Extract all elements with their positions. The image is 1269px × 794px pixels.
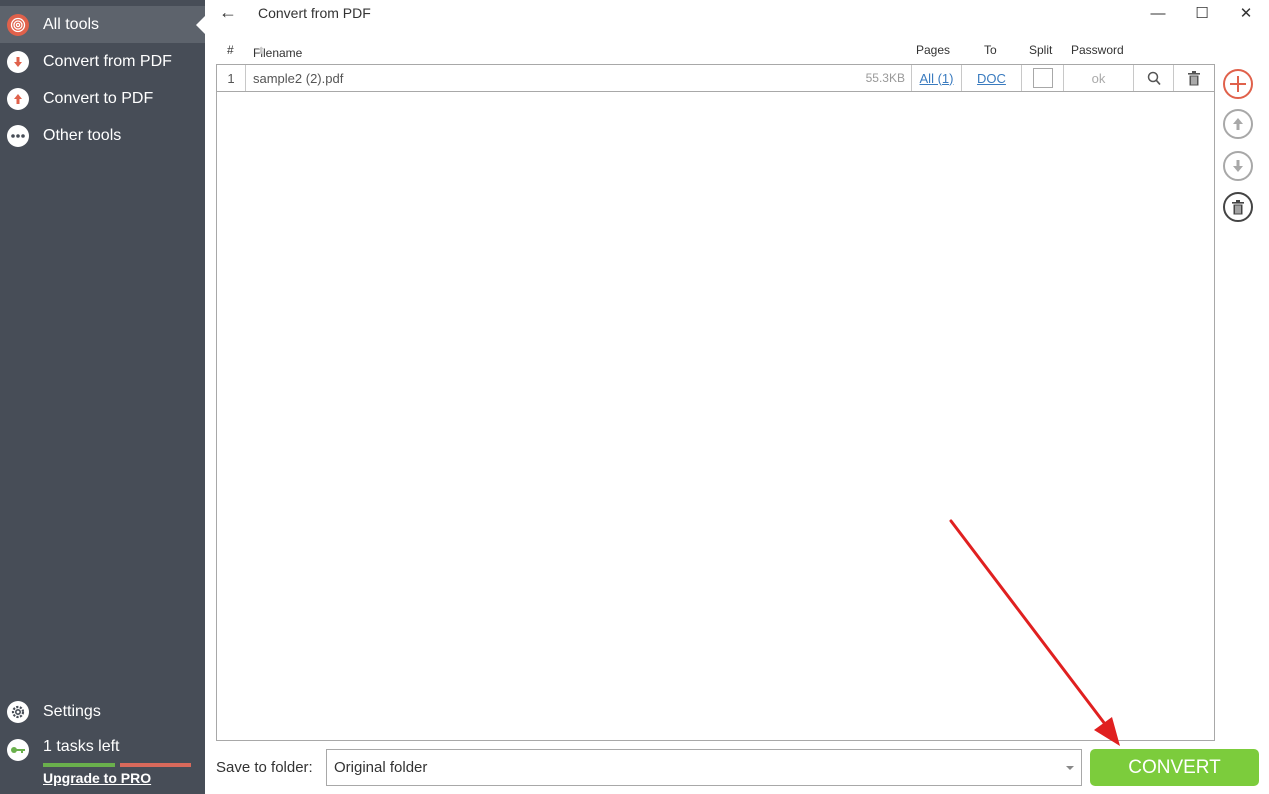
row-pages-cell: All (1) xyxy=(912,65,962,91)
tasks-panel: 1 tasks left Upgrade to PRO xyxy=(0,735,205,794)
row-password[interactable]: ok xyxy=(1064,65,1134,91)
ellipsis-icon xyxy=(7,124,29,147)
plus-icon xyxy=(1230,76,1246,92)
add-file-button[interactable] xyxy=(1223,69,1253,99)
table-row[interactable]: 1 sample2 (2).pdf 55.3KB All (1) DOC ok xyxy=(217,65,1214,92)
move-up-button[interactable] xyxy=(1223,109,1253,139)
sidebar-item-label: Other tools xyxy=(43,126,122,144)
row-format-cell: DOC xyxy=(962,65,1022,91)
header-split: Split xyxy=(1029,43,1053,57)
search-icon xyxy=(1147,71,1161,85)
header-to: To xyxy=(984,43,997,57)
trash-icon xyxy=(1188,70,1200,85)
row-filename-cell: sample2 (2).pdf 55.3KB xyxy=(246,65,912,91)
settings-label: Settings xyxy=(43,702,101,720)
key-icon xyxy=(7,739,29,761)
file-list: 1 sample2 (2).pdf 55.3KB All (1) DOC ok xyxy=(216,64,1215,741)
split-checkbox[interactable] xyxy=(1032,68,1053,88)
minimize-button[interactable]: — xyxy=(1143,2,1173,24)
chevron-down-icon xyxy=(1066,766,1074,770)
tasks-used-bar xyxy=(43,763,115,767)
trash-icon xyxy=(1232,199,1244,214)
folder-select[interactable]: Original folder xyxy=(326,749,1082,786)
clear-all-button[interactable] xyxy=(1223,192,1253,222)
sort-icon[interactable]: ⬍ xyxy=(257,46,265,57)
row-filename: sample2 (2).pdf xyxy=(253,70,344,86)
preview-button[interactable] xyxy=(1134,65,1174,91)
format-link[interactable]: DOC xyxy=(977,71,1006,86)
title-bar: ← Convert from PDF — ☐ ✕ xyxy=(205,0,1269,26)
sidebar-item-other-tools[interactable]: Other tools xyxy=(0,117,205,154)
remove-row-button[interactable] xyxy=(1174,65,1214,91)
page-title: Convert from PDF xyxy=(258,5,371,21)
pages-link[interactable]: All (1) xyxy=(920,71,954,86)
header-index: # xyxy=(227,43,234,57)
arrow-down-icon xyxy=(7,50,29,73)
maximize-button[interactable]: ☐ xyxy=(1187,2,1217,24)
sidebar: All tools Convert from PDF Convert to PD… xyxy=(0,0,205,794)
sidebar-item-label: Convert to PDF xyxy=(43,89,154,107)
tasks-left-label: 1 tasks left xyxy=(43,738,120,755)
app-window: All tools Convert from PDF Convert to PD… xyxy=(0,0,1269,794)
header-pages: Pages xyxy=(916,43,951,57)
arrow-down-icon xyxy=(1233,160,1243,172)
folder-select-value: Original folder xyxy=(334,759,428,776)
row-index: 1 xyxy=(217,65,246,91)
sidebar-item-label: All tools xyxy=(43,15,100,33)
sidebar-item-convert-from-pdf[interactable]: Convert from PDF xyxy=(0,43,205,80)
spiral-icon xyxy=(7,13,29,36)
gear-icon xyxy=(7,700,29,723)
arrow-up-icon xyxy=(1233,118,1243,130)
arrow-up-icon xyxy=(7,87,29,110)
upgrade-link[interactable]: Upgrade to PRO xyxy=(43,770,151,786)
active-indicator xyxy=(196,15,205,34)
table-header: # Filename ⬍ Pages To Split Password xyxy=(216,40,1214,62)
sidebar-item-convert-to-pdf[interactable]: Convert to PDF xyxy=(0,80,205,117)
save-to-folder-label: Save to folder: xyxy=(216,759,313,776)
tasks-remaining-bar xyxy=(120,763,191,767)
sidebar-item-all-tools[interactable]: All tools xyxy=(0,6,205,43)
close-button[interactable]: ✕ xyxy=(1231,2,1261,24)
header-password: Password xyxy=(1071,43,1124,57)
row-split-cell xyxy=(1022,65,1064,91)
sidebar-item-settings[interactable]: Settings xyxy=(0,693,205,730)
sidebar-item-label: Convert from PDF xyxy=(43,52,172,70)
move-down-button[interactable] xyxy=(1223,151,1253,181)
back-arrow-icon[interactable]: ← xyxy=(219,2,237,23)
convert-button[interactable]: CONVERT xyxy=(1090,749,1259,786)
row-filesize: 55.3KB xyxy=(865,71,905,85)
